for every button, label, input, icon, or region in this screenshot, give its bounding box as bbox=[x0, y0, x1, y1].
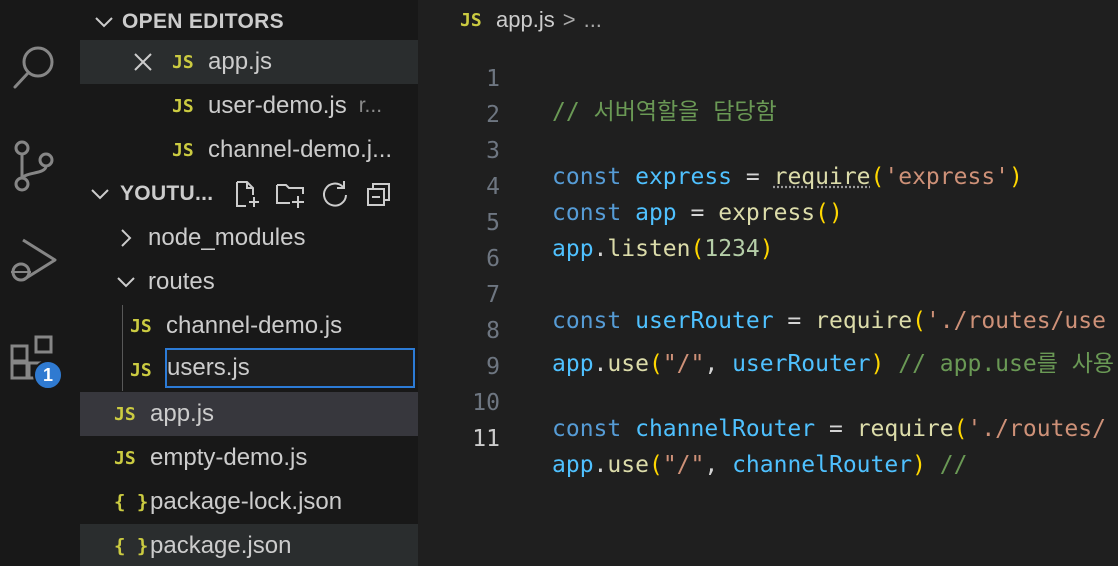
line-number: 11 bbox=[472, 426, 500, 452]
code-line: 2 bbox=[418, 76, 1118, 128]
code-editor[interactable]: JS app.js > ... 1 // 서버역할을 담당함 2 3 const… bbox=[418, 0, 1118, 566]
collapse-all-icon[interactable] bbox=[364, 179, 394, 209]
tree-item-label: empty-demo.js bbox=[150, 444, 308, 471]
tok: channelRouter bbox=[732, 452, 913, 478]
breadcrumb-separator: > bbox=[562, 7, 576, 32]
open-editor-name: channel-demo.j... bbox=[208, 136, 393, 163]
rename-input[interactable]: users.js bbox=[165, 348, 415, 388]
code-line: 7 const userRouter = require('./routes/u… bbox=[418, 256, 1118, 334]
chevron-down-icon bbox=[95, 17, 113, 28]
new-file-icon[interactable] bbox=[232, 179, 262, 209]
breadcrumb-more[interactable]: ... bbox=[584, 7, 602, 33]
tree-item-label: package.json bbox=[150, 532, 292, 559]
js-file-icon: JS bbox=[172, 139, 194, 161]
code-line: 8 app.use("/", userRouter) // app.use를 사… bbox=[418, 292, 1118, 377]
extensions-badge: 1 bbox=[33, 360, 63, 390]
tree-item-package-lock[interactable]: { } package-lock.json bbox=[80, 480, 418, 524]
chevron-down-icon bbox=[117, 277, 135, 288]
js-file-icon: JS bbox=[130, 315, 152, 337]
chevron-down-icon bbox=[91, 189, 109, 200]
json-file-icon: { } bbox=[114, 491, 149, 513]
explorer-sidebar: OPEN EDITORS JS app.js JS user-demo.js r… bbox=[80, 0, 418, 566]
breadcrumb-file[interactable]: app.js bbox=[496, 7, 555, 33]
tree-item-label: app.js bbox=[150, 400, 215, 427]
tok: , bbox=[704, 452, 733, 478]
tok: "/" bbox=[662, 452, 705, 478]
new-folder-icon[interactable] bbox=[274, 179, 308, 209]
tok: . bbox=[593, 452, 608, 478]
search-icon[interactable] bbox=[6, 40, 62, 96]
js-file-icon: JS bbox=[172, 95, 194, 117]
chevron-right-icon bbox=[121, 229, 132, 247]
tree-item-app[interactable]: JS app.js bbox=[80, 392, 418, 436]
rename-input-value: users.js bbox=[167, 354, 250, 381]
open-editor-item[interactable]: JS app.js bbox=[80, 40, 418, 84]
tok: // bbox=[925, 452, 968, 478]
js-file-icon: JS bbox=[172, 51, 194, 73]
breadcrumb: JS app.js > ... bbox=[460, 0, 602, 40]
js-file-icon: JS bbox=[114, 447, 136, 469]
js-file-icon: JS bbox=[130, 359, 152, 381]
project-header[interactable]: YOUTU... bbox=[80, 172, 418, 216]
tok: use bbox=[607, 452, 649, 478]
code-line: 6 bbox=[418, 220, 1118, 272]
open-editor-item[interactable]: JS channel-demo.j... bbox=[80, 128, 418, 172]
code-line: 3 const express = require('express') bbox=[418, 112, 1118, 190]
code-line: 11 app.use("/", channelRouter) // bbox=[418, 400, 1118, 478]
tree-item-node-modules[interactable]: node_modules bbox=[80, 216, 418, 260]
code-line: 1 // 서버역할을 담당함 bbox=[418, 40, 1118, 125]
activity-bar: 1 bbox=[0, 0, 80, 566]
js-file-icon: JS bbox=[460, 9, 482, 31]
json-file-icon: { } bbox=[114, 535, 149, 557]
tree-item-package[interactable]: { } package.json bbox=[80, 524, 418, 566]
open-editors-title: OPEN EDITORS bbox=[122, 10, 284, 33]
tree-item-channel-demo[interactable]: JS channel-demo.js bbox=[80, 304, 418, 348]
close-icon[interactable] bbox=[132, 51, 154, 73]
tree-item-label: node_modules bbox=[148, 224, 306, 251]
open-editor-name: user-demo.js bbox=[208, 92, 347, 119]
tok: app bbox=[552, 452, 594, 478]
code-line: 5 app.listen(1234) bbox=[418, 184, 1118, 262]
open-editors-header[interactable]: OPEN EDITORS bbox=[80, 0, 418, 44]
run-debug-icon[interactable] bbox=[6, 232, 62, 288]
source-control-icon[interactable] bbox=[6, 138, 62, 194]
open-editor-path: r... bbox=[358, 94, 383, 117]
project-title: YOUTU... bbox=[120, 182, 214, 205]
js-file-icon: JS bbox=[114, 403, 136, 425]
tok: ( bbox=[648, 452, 663, 478]
tree-item-label: channel-demo.js bbox=[166, 312, 343, 339]
tree-item-label: routes bbox=[148, 268, 215, 295]
code-line: 9 bbox=[418, 328, 1118, 380]
tok: ) bbox=[912, 452, 926, 478]
code-line: 4 const app = express() bbox=[418, 148, 1118, 226]
tree-item-label: package-lock.json bbox=[150, 488, 343, 515]
code-line: 10 const channelRouter = require('./rout… bbox=[418, 364, 1118, 442]
refresh-icon[interactable] bbox=[320, 179, 350, 209]
tree-item-empty-demo[interactable]: JS empty-demo.js bbox=[80, 436, 418, 480]
tree-item-routes[interactable]: routes bbox=[80, 260, 418, 304]
open-editor-item[interactable]: JS user-demo.js r... bbox=[80, 84, 418, 128]
open-editor-name: app.js bbox=[208, 48, 273, 75]
